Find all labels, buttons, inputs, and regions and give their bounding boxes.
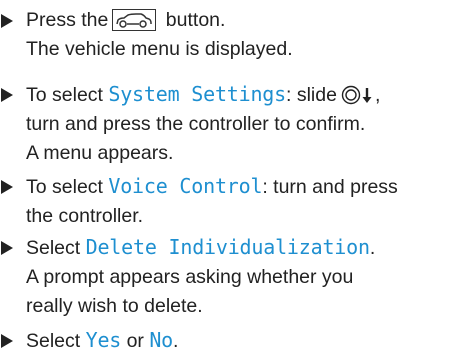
menu-item-voice-control: Voice Control (108, 174, 263, 198)
step-bullet-icon (1, 14, 13, 28)
step-4-text-after: . (369, 237, 376, 259)
step-5-text-before: Select (26, 330, 86, 352)
step-5-line-1: Select Yes or No. (0, 326, 455, 356)
step-1-text-before: Press the (26, 9, 109, 31)
step-5-text-after: . (173, 330, 179, 352)
option-no: No (149, 328, 174, 352)
step-3-line-2: the controller. (26, 205, 144, 227)
step-2-text-before: To select (26, 84, 109, 106)
step-3: To select Voice Control: turn and press … (0, 172, 455, 231)
step-bullet-icon (1, 241, 13, 255)
step-2-line-2: turn and press the controller to confirm… (26, 113, 366, 135)
step-4-line-3: really wish to delete. (26, 295, 203, 317)
step-1-line-2: The vehicle menu is displayed. (26, 38, 293, 60)
step-2: To select System Settings: slide, turn a… (0, 80, 455, 168)
step-4: Select Delete Individualization. A promp… (0, 233, 455, 321)
option-yes: Yes (85, 328, 122, 352)
menu-item-delete-individualization: Delete Individualization (85, 235, 370, 259)
step-2-text-after: : slide (286, 84, 337, 106)
menu-item-system-settings: System Settings (108, 82, 286, 106)
step-4-line-1: Select Delete Individualization. (0, 233, 455, 263)
step-2-line-3: A menu appears. (26, 142, 174, 164)
step-2-line-1: To select System Settings: slide, (0, 80, 455, 110)
step-1-line-1: Press the button. (0, 6, 455, 35)
controller-slide-down-icon (341, 85, 375, 105)
step-5-text-or: or (121, 330, 150, 352)
step-1-text-after: button. (165, 9, 226, 31)
step-3-line-1: To select Voice Control: turn and press (0, 172, 455, 202)
step-4-line-2: A prompt appears asking whether you (26, 266, 354, 288)
step-3-text-before: To select (26, 176, 109, 198)
step-2-text-comma: , (374, 84, 381, 106)
step-4-text-before: Select (26, 237, 86, 259)
step-1: Press the button. The vehicle menu is di… (0, 6, 455, 64)
step-bullet-icon (1, 88, 13, 102)
step-bullet-icon (1, 334, 13, 348)
step-bullet-icon (1, 180, 13, 194)
step-3-text-after: : turn and press (262, 176, 398, 198)
instruction-page: Press the button. The vehicle menu is di… (0, 0, 455, 362)
step-5: Select Yes or No. (0, 326, 455, 356)
vehicle-button-icon (112, 9, 157, 31)
